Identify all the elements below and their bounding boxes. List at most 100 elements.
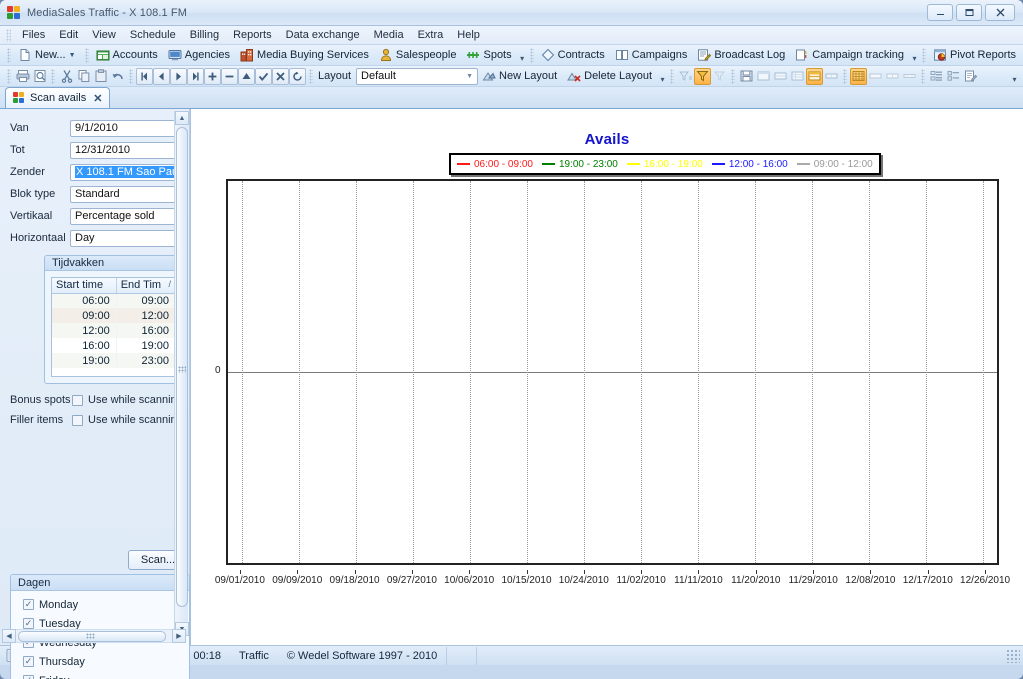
- toolbar-overflow-4[interactable]: ▾: [658, 68, 667, 84]
- filter-edit-button[interactable]: [677, 68, 694, 85]
- menu-item-data-exchange[interactable]: Data exchange: [279, 27, 367, 43]
- menu-item-files[interactable]: Files: [15, 27, 52, 43]
- table-row[interactable]: 09:00 12:00: [52, 308, 177, 323]
- resize-grip-icon[interactable]: [1006, 648, 1020, 663]
- van-date[interactable]: 9/1/2010 ▼: [70, 119, 188, 137]
- nav-prev-button[interactable]: [153, 67, 170, 85]
- campaigns-button[interactable]: Campaigns: [611, 46, 694, 64]
- new-button[interactable]: New... ▼: [14, 46, 82, 64]
- new-layout-button[interactable]: New Layout: [478, 67, 563, 85]
- print-preview-button[interactable]: [31, 68, 48, 85]
- filter-clear-button[interactable]: [711, 68, 728, 85]
- pivot-reports-button[interactable]: Pivot Reports: [929, 46, 1022, 64]
- scrollbar-track[interactable]: [16, 629, 172, 643]
- day-checkbox-monday[interactable]: [23, 599, 34, 610]
- zender-select[interactable]: X 108.1 FM Sao Paulo ▼: [70, 163, 188, 181]
- menu-grip-icon[interactable]: [6, 28, 11, 42]
- view-details-button[interactable]: [789, 68, 806, 85]
- table-row[interactable]: 16:00 19:00: [52, 338, 177, 353]
- agencies-button[interactable]: Agencies: [164, 46, 236, 64]
- print-button[interactable]: [14, 68, 31, 85]
- cancel-record-button[interactable]: [272, 67, 289, 85]
- toolbar-overflow-2[interactable]: ▾: [910, 47, 919, 63]
- field-chooser-button[interactable]: [945, 68, 962, 85]
- view-compact-button[interactable]: [772, 68, 789, 85]
- minimize-button[interactable]: [927, 4, 953, 21]
- tab-close-icon[interactable]: ✕: [91, 92, 102, 105]
- copy-button[interactable]: [75, 68, 92, 85]
- tijdvakken-grid[interactable]: Start time End Tim / 06:00 09:00 09:00 1…: [51, 277, 177, 377]
- horizontaal-select[interactable]: Day ▼: [70, 229, 188, 247]
- add-record-button[interactable]: [204, 67, 221, 85]
- filler-items-checkbox[interactable]: [72, 414, 83, 426]
- scroll-left-icon[interactable]: ◀: [2, 629, 16, 643]
- chart-merge-button[interactable]: [901, 68, 918, 85]
- column-header-end-time[interactable]: End Tim /: [116, 278, 177, 294]
- table-row[interactable]: 12:00 16:00: [52, 323, 177, 338]
- day-checkbox-thursday[interactable]: [23, 656, 34, 667]
- cut-button[interactable]: [58, 68, 75, 85]
- broadcast-log-button[interactable]: Broadcast Log: [693, 46, 791, 64]
- chart-plot-area[interactable]: [226, 179, 999, 565]
- list-item[interactable]: Monday: [23, 595, 189, 614]
- accounts-button[interactable]: Accounts: [92, 46, 164, 64]
- media-buying-services-button[interactable]: Media Buying Services: [236, 46, 375, 64]
- menu-item-schedule[interactable]: Schedule: [123, 27, 183, 43]
- toolbar-grip-icon[interactable]: [7, 47, 11, 63]
- nav-last-button[interactable]: [187, 67, 204, 85]
- paste-button[interactable]: [92, 68, 109, 85]
- vertikaal-select[interactable]: Percentage sold ▼: [70, 207, 188, 225]
- menu-item-edit[interactable]: Edit: [52, 27, 85, 43]
- contracts-button[interactable]: Contracts: [537, 46, 611, 64]
- edit-record-button[interactable]: [238, 67, 255, 85]
- spots-button[interactable]: Spots: [462, 46, 517, 64]
- sidebar-vertical-scrollbar[interactable]: ▲ ▼: [174, 111, 189, 636]
- menu-item-media[interactable]: Media: [367, 27, 411, 43]
- menu-item-reports[interactable]: Reports: [226, 27, 279, 43]
- menu-item-view[interactable]: View: [85, 27, 123, 43]
- chart-grid-button[interactable]: [850, 67, 868, 85]
- refresh-button[interactable]: [289, 67, 306, 85]
- chart-row-button[interactable]: [867, 68, 884, 85]
- edit-report-button[interactable]: [962, 68, 979, 85]
- filter-button[interactable]: [694, 67, 712, 85]
- legend-item[interactable]: 12:00 - 16:00: [711, 159, 788, 170]
- list-item[interactable]: Friday: [23, 671, 189, 679]
- maximize-button[interactable]: [956, 4, 982, 21]
- campaign-tracking-button[interactable]: Campaign tracking: [791, 46, 910, 64]
- salespeople-button[interactable]: Salespeople: [375, 46, 463, 64]
- layout-select[interactable]: Default ▼: [356, 67, 479, 85]
- undo-button[interactable]: [109, 68, 126, 85]
- bonus-spots-checkbox[interactable]: [72, 394, 83, 406]
- scroll-up-icon[interactable]: ▲: [175, 111, 189, 125]
- view-grid-button[interactable]: [806, 67, 824, 85]
- close-button[interactable]: [985, 4, 1015, 21]
- save-button[interactable]: [738, 68, 755, 85]
- menu-item-billing[interactable]: Billing: [183, 27, 226, 43]
- menu-item-extra[interactable]: Extra: [411, 27, 451, 43]
- delete-record-button[interactable]: [221, 67, 238, 85]
- view-split-button[interactable]: [823, 68, 840, 85]
- toolbar-overflow-1[interactable]: ▾: [518, 47, 527, 63]
- nav-next-button[interactable]: [170, 67, 187, 85]
- menu-item-help[interactable]: Help: [450, 27, 487, 43]
- tab-scan-avails[interactable]: Scan avails ✕: [5, 87, 111, 108]
- secondary-toolbar-grip-icon[interactable]: [7, 68, 11, 84]
- legend-item[interactable]: 06:00 - 09:00: [457, 159, 533, 170]
- legend-item[interactable]: 16:00 - 19:00: [626, 159, 703, 170]
- group-by-box-button[interactable]: [928, 68, 945, 85]
- day-checkbox-friday[interactable]: [23, 675, 34, 679]
- blok-type-select[interactable]: Standard ▼: [70, 185, 188, 203]
- delete-layout-button[interactable]: Delete Layout: [563, 67, 658, 85]
- tot-date[interactable]: 12/31/2010 ▼: [70, 141, 188, 159]
- chart-col-button[interactable]: [884, 68, 901, 85]
- day-checkbox-tuesday[interactable]: [23, 618, 34, 629]
- table-row[interactable]: 06:00 09:00: [52, 293, 177, 308]
- sidebar-horizontal-scrollbar[interactable]: ◀ ▶: [2, 629, 186, 643]
- table-row[interactable]: 19:00 23:00: [52, 353, 177, 368]
- legend-item[interactable]: 09:00 - 12:00: [796, 159, 873, 170]
- scroll-right-icon[interactable]: ▶: [172, 629, 186, 643]
- legend-item[interactable]: 19:00 - 23:00: [541, 159, 618, 170]
- post-record-button[interactable]: [255, 67, 272, 85]
- nav-first-button[interactable]: [136, 67, 153, 85]
